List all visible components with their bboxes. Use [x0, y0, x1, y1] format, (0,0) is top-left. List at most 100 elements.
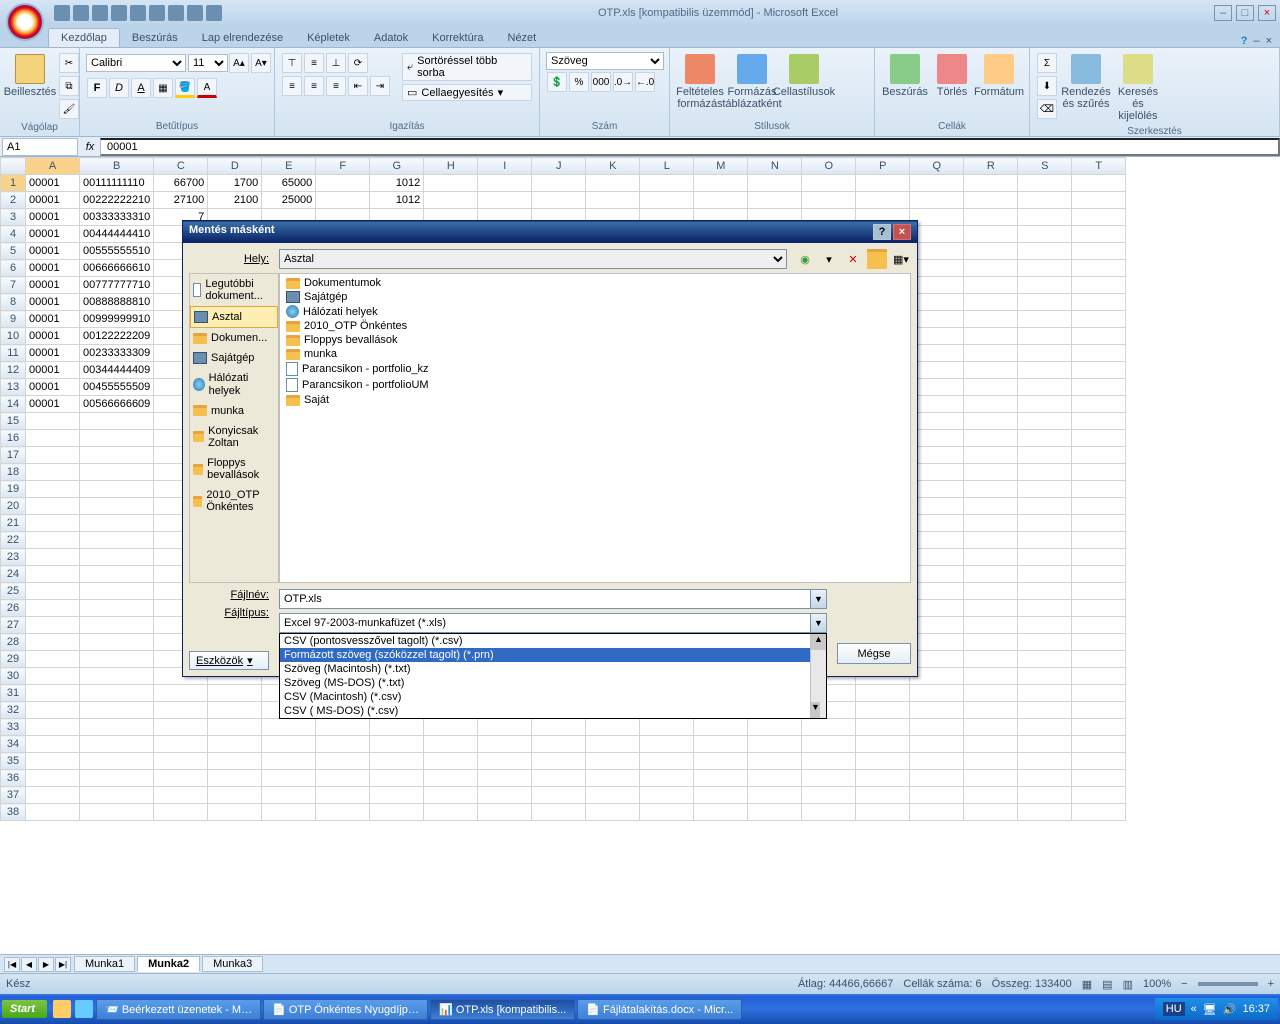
- cell[interactable]: [964, 413, 1018, 430]
- dropdown-scroll-down[interactable]: ▼: [811, 702, 820, 718]
- cell[interactable]: [208, 753, 262, 770]
- filetype-option[interactable]: CSV (pontosvesszővel tagolt) (*.csv): [280, 634, 826, 648]
- place-item[interactable]: 2010_OTP Önkéntes: [190, 485, 278, 517]
- file-item[interactable]: Hálózati helyek: [282, 304, 908, 319]
- cell[interactable]: [1072, 549, 1126, 566]
- cell[interactable]: [26, 719, 80, 736]
- cell[interactable]: 00001: [26, 243, 80, 260]
- qat-print-icon[interactable]: [187, 5, 203, 21]
- autosum-icon[interactable]: Σ: [1037, 53, 1057, 73]
- cell[interactable]: [964, 600, 1018, 617]
- cell[interactable]: [424, 192, 478, 209]
- cell[interactable]: [1018, 243, 1072, 260]
- ribbon-minimize-icon[interactable]: ‒: [1253, 35, 1259, 47]
- cell[interactable]: [316, 804, 370, 821]
- row-header[interactable]: 32: [1, 702, 26, 719]
- cell[interactable]: [1018, 260, 1072, 277]
- cell[interactable]: [26, 583, 80, 600]
- cell[interactable]: [478, 736, 532, 753]
- cell[interactable]: 00001: [26, 226, 80, 243]
- paste-button[interactable]: Beillesztés: [6, 52, 54, 100]
- cell[interactable]: [964, 770, 1018, 787]
- cell[interactable]: [1018, 498, 1072, 515]
- cell[interactable]: [26, 515, 80, 532]
- qat-mail-icon[interactable]: [168, 5, 184, 21]
- tab-data[interactable]: Adatok: [362, 29, 420, 47]
- cell[interactable]: [80, 583, 154, 600]
- cell[interactable]: [80, 447, 154, 464]
- row-header[interactable]: 27: [1, 617, 26, 634]
- cell[interactable]: [26, 617, 80, 634]
- view-layout-icon[interactable]: ▤: [1102, 978, 1112, 991]
- indent-dec-icon[interactable]: ⇤: [348, 76, 368, 96]
- cell[interactable]: [262, 770, 316, 787]
- cell[interactable]: [802, 787, 856, 804]
- cell[interactable]: [26, 804, 80, 821]
- cell[interactable]: [80, 532, 154, 549]
- cell[interactable]: 25000: [262, 192, 316, 209]
- cell[interactable]: [26, 736, 80, 753]
- taskbar-item-1[interactable]: 📨 Beérkezett üzenetek - Mi...: [96, 999, 261, 1020]
- qat-quickprint-icon[interactable]: [206, 5, 222, 21]
- underline-button[interactable]: A: [131, 78, 151, 98]
- cell[interactable]: [1072, 804, 1126, 821]
- cell[interactable]: [478, 175, 532, 192]
- row-header[interactable]: 1: [1, 175, 26, 192]
- cell[interactable]: [26, 702, 80, 719]
- row-header[interactable]: 18: [1, 464, 26, 481]
- office-button[interactable]: [6, 3, 44, 41]
- cell[interactable]: 00001: [26, 175, 80, 192]
- place-item[interactable]: Legutóbbi dokument...: [190, 274, 278, 306]
- cell[interactable]: [964, 481, 1018, 498]
- cell[interactable]: [694, 719, 748, 736]
- cell[interactable]: [640, 192, 694, 209]
- cell[interactable]: [532, 192, 586, 209]
- cell[interactable]: [856, 770, 910, 787]
- cell[interactable]: [856, 685, 910, 702]
- cell[interactable]: [1072, 566, 1126, 583]
- cell[interactable]: [964, 396, 1018, 413]
- row-header[interactable]: 5: [1, 243, 26, 260]
- cell[interactable]: [1072, 600, 1126, 617]
- cell[interactable]: [856, 753, 910, 770]
- cell[interactable]: [532, 175, 586, 192]
- fill-color-button[interactable]: 🪣: [175, 78, 195, 98]
- cell[interactable]: [964, 345, 1018, 362]
- cell[interactable]: [262, 719, 316, 736]
- cell[interactable]: [478, 787, 532, 804]
- row-header[interactable]: 35: [1, 753, 26, 770]
- taskbar-item-4[interactable]: 📄 Fájlátalakítás.docx - Micr...: [577, 999, 742, 1020]
- cell[interactable]: [80, 685, 154, 702]
- quicklaunch-icon-1[interactable]: [53, 1000, 71, 1018]
- qat-preview-icon[interactable]: [149, 5, 165, 21]
- cell[interactable]: [316, 753, 370, 770]
- cell[interactable]: [586, 753, 640, 770]
- cell[interactable]: [80, 736, 154, 753]
- cell[interactable]: [26, 413, 80, 430]
- col-header[interactable]: S: [1018, 158, 1072, 175]
- cell[interactable]: [586, 175, 640, 192]
- cell[interactable]: [262, 787, 316, 804]
- cell[interactable]: [964, 243, 1018, 260]
- cell[interactable]: [80, 549, 154, 566]
- col-header[interactable]: P: [856, 158, 910, 175]
- cell[interactable]: [964, 787, 1018, 804]
- col-header[interactable]: G: [370, 158, 424, 175]
- row-header[interactable]: 6: [1, 260, 26, 277]
- dec-decimal-icon[interactable]: ←.0: [635, 72, 655, 92]
- tab-view[interactable]: Nézet: [496, 29, 549, 47]
- cell[interactable]: [802, 175, 856, 192]
- tray-lang[interactable]: HU: [1163, 1002, 1185, 1016]
- indent-inc-icon[interactable]: ⇥: [370, 76, 390, 96]
- cell[interactable]: [80, 464, 154, 481]
- cell[interactable]: [964, 294, 1018, 311]
- cell[interactable]: [1018, 651, 1072, 668]
- cell[interactable]: [26, 685, 80, 702]
- row-header[interactable]: 20: [1, 498, 26, 515]
- cell[interactable]: [1072, 379, 1126, 396]
- cell[interactable]: [964, 328, 1018, 345]
- cell[interactable]: [1018, 175, 1072, 192]
- row-header[interactable]: 36: [1, 770, 26, 787]
- cell[interactable]: [26, 532, 80, 549]
- row-header[interactable]: 31: [1, 685, 26, 702]
